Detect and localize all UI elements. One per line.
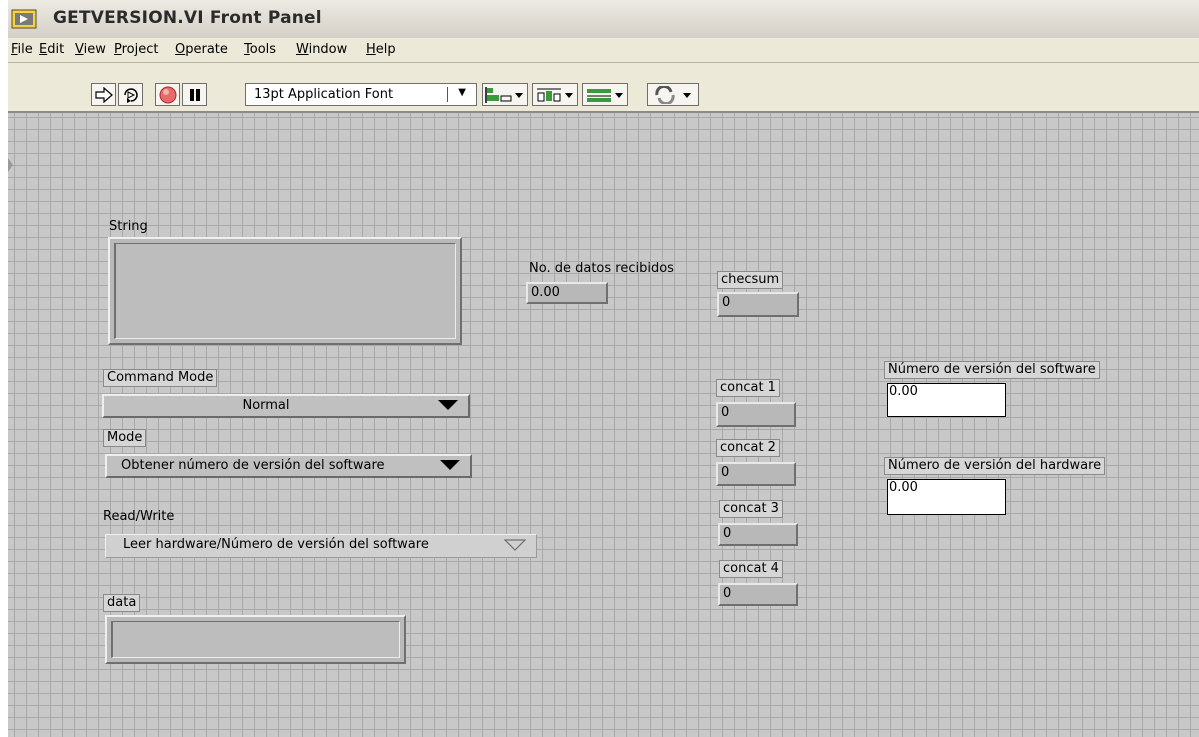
menu-project[interactable]: Project xyxy=(114,42,159,57)
align-objects-icon xyxy=(485,86,523,103)
concat2-indicator[interactable]: 0 xyxy=(716,462,796,486)
sw-version-field[interactable]: 0.00 xyxy=(887,383,1006,417)
string-label: String xyxy=(109,219,148,234)
menu-tools[interactable]: Tools xyxy=(244,42,276,57)
concat3-value: 0 xyxy=(723,526,732,541)
chevron-down-icon xyxy=(504,539,526,551)
menu-file[interactable]: File xyxy=(11,42,33,57)
distribute-objects-icon xyxy=(537,88,573,101)
checksum-label: checsum xyxy=(717,271,784,289)
concat2-label: concat 2 xyxy=(716,439,780,457)
chevron-down-icon: ▼ xyxy=(458,87,466,98)
pause-button[interactable] xyxy=(182,83,207,106)
resize-objects-button[interactable] xyxy=(582,83,628,106)
menu-window[interactable]: Window xyxy=(296,42,347,57)
toolbar: 13pt Application Font ▼ xyxy=(8,63,1199,113)
pause-icon xyxy=(189,88,200,101)
run-arrow-icon xyxy=(94,86,113,103)
abort-button[interactable] xyxy=(155,83,180,106)
abort-icon xyxy=(159,86,176,103)
datos-recibidos-indicator[interactable]: 0.00 xyxy=(526,282,608,304)
checksum-indicator[interactable]: 0 xyxy=(717,292,799,317)
hw-version-field[interactable]: 0.00 xyxy=(887,479,1006,515)
concat4-label: concat 4 xyxy=(719,560,783,578)
concat4-value: 0 xyxy=(723,586,732,601)
mode-value: Obtener número de versión del software xyxy=(121,458,385,473)
concat1-value: 0 xyxy=(721,405,730,420)
labview-vi-icon xyxy=(11,9,37,29)
title-bar[interactable]: GETVERSION.VI Front Panel xyxy=(8,0,1199,39)
mode-label: Mode xyxy=(103,429,147,447)
datos-recibidos-value: 0.00 xyxy=(531,285,560,300)
menu-help[interactable]: Help xyxy=(366,42,396,57)
run-continuously-icon xyxy=(123,87,138,103)
resize-objects-icon xyxy=(587,88,623,102)
command-mode-value: Normal xyxy=(242,398,290,413)
divider xyxy=(447,87,448,102)
text-settings-select[interactable]: 13pt Application Font ▼ xyxy=(245,83,477,106)
command-mode-label: Command Mode xyxy=(103,369,218,387)
front-panel[interactable]: String No. de datos recibidos 0.00 checs… xyxy=(8,113,1199,737)
concat3-indicator[interactable]: 0 xyxy=(718,523,798,546)
datos-recibidos-label: No. de datos recibidos xyxy=(529,261,674,276)
run-button[interactable] xyxy=(91,83,116,106)
read-write-dropdown[interactable]: Leer hardware/Número de versión del soft… xyxy=(105,534,537,558)
concat1-label: concat 1 xyxy=(716,379,780,397)
reorder-icon xyxy=(655,85,691,104)
concat1-indicator[interactable]: 0 xyxy=(716,402,796,427)
data-indicator[interactable] xyxy=(105,615,406,664)
concat3-label: concat 3 xyxy=(719,500,783,518)
menu-view[interactable]: View xyxy=(75,42,106,57)
run-continuously-button[interactable] xyxy=(118,83,143,106)
read-write-label: Read/Write xyxy=(103,509,175,524)
menu-bar: File Edit View Project Operate Tools Win… xyxy=(8,38,1199,63)
command-mode-dropdown[interactable]: Normal xyxy=(102,394,470,418)
sw-version-value: 0.00 xyxy=(889,384,918,399)
menu-edit[interactable]: Edit xyxy=(39,42,64,57)
checksum-value: 0 xyxy=(722,295,731,310)
align-objects-button[interactable] xyxy=(482,83,528,106)
concat4-indicator[interactable]: 0 xyxy=(718,583,798,606)
chevron-down-icon xyxy=(440,460,460,470)
menu-operate[interactable]: Operate xyxy=(175,42,228,57)
chevron-down-icon xyxy=(438,400,458,410)
hw-version-value: 0.00 xyxy=(889,480,918,495)
sw-version-label: Número de versión del software xyxy=(884,361,1100,379)
read-write-value: Leer hardware/Número de versión del soft… xyxy=(123,537,429,552)
window-title: GETVERSION.VI Front Panel xyxy=(53,8,322,28)
concat2-value: 0 xyxy=(721,465,730,480)
distribute-objects-button[interactable] xyxy=(532,83,578,106)
hw-version-label: Número de versión del hardware xyxy=(884,457,1106,475)
font-select-label: 13pt Application Font xyxy=(254,87,394,102)
reorder-button[interactable] xyxy=(647,83,699,106)
string-display xyxy=(114,243,456,339)
data-display xyxy=(111,621,400,658)
mode-dropdown[interactable]: Obtener número de versión del software xyxy=(105,454,472,478)
string-indicator[interactable] xyxy=(108,237,462,345)
panel-origin-marker-icon xyxy=(8,158,13,172)
data-label: data xyxy=(103,594,141,612)
